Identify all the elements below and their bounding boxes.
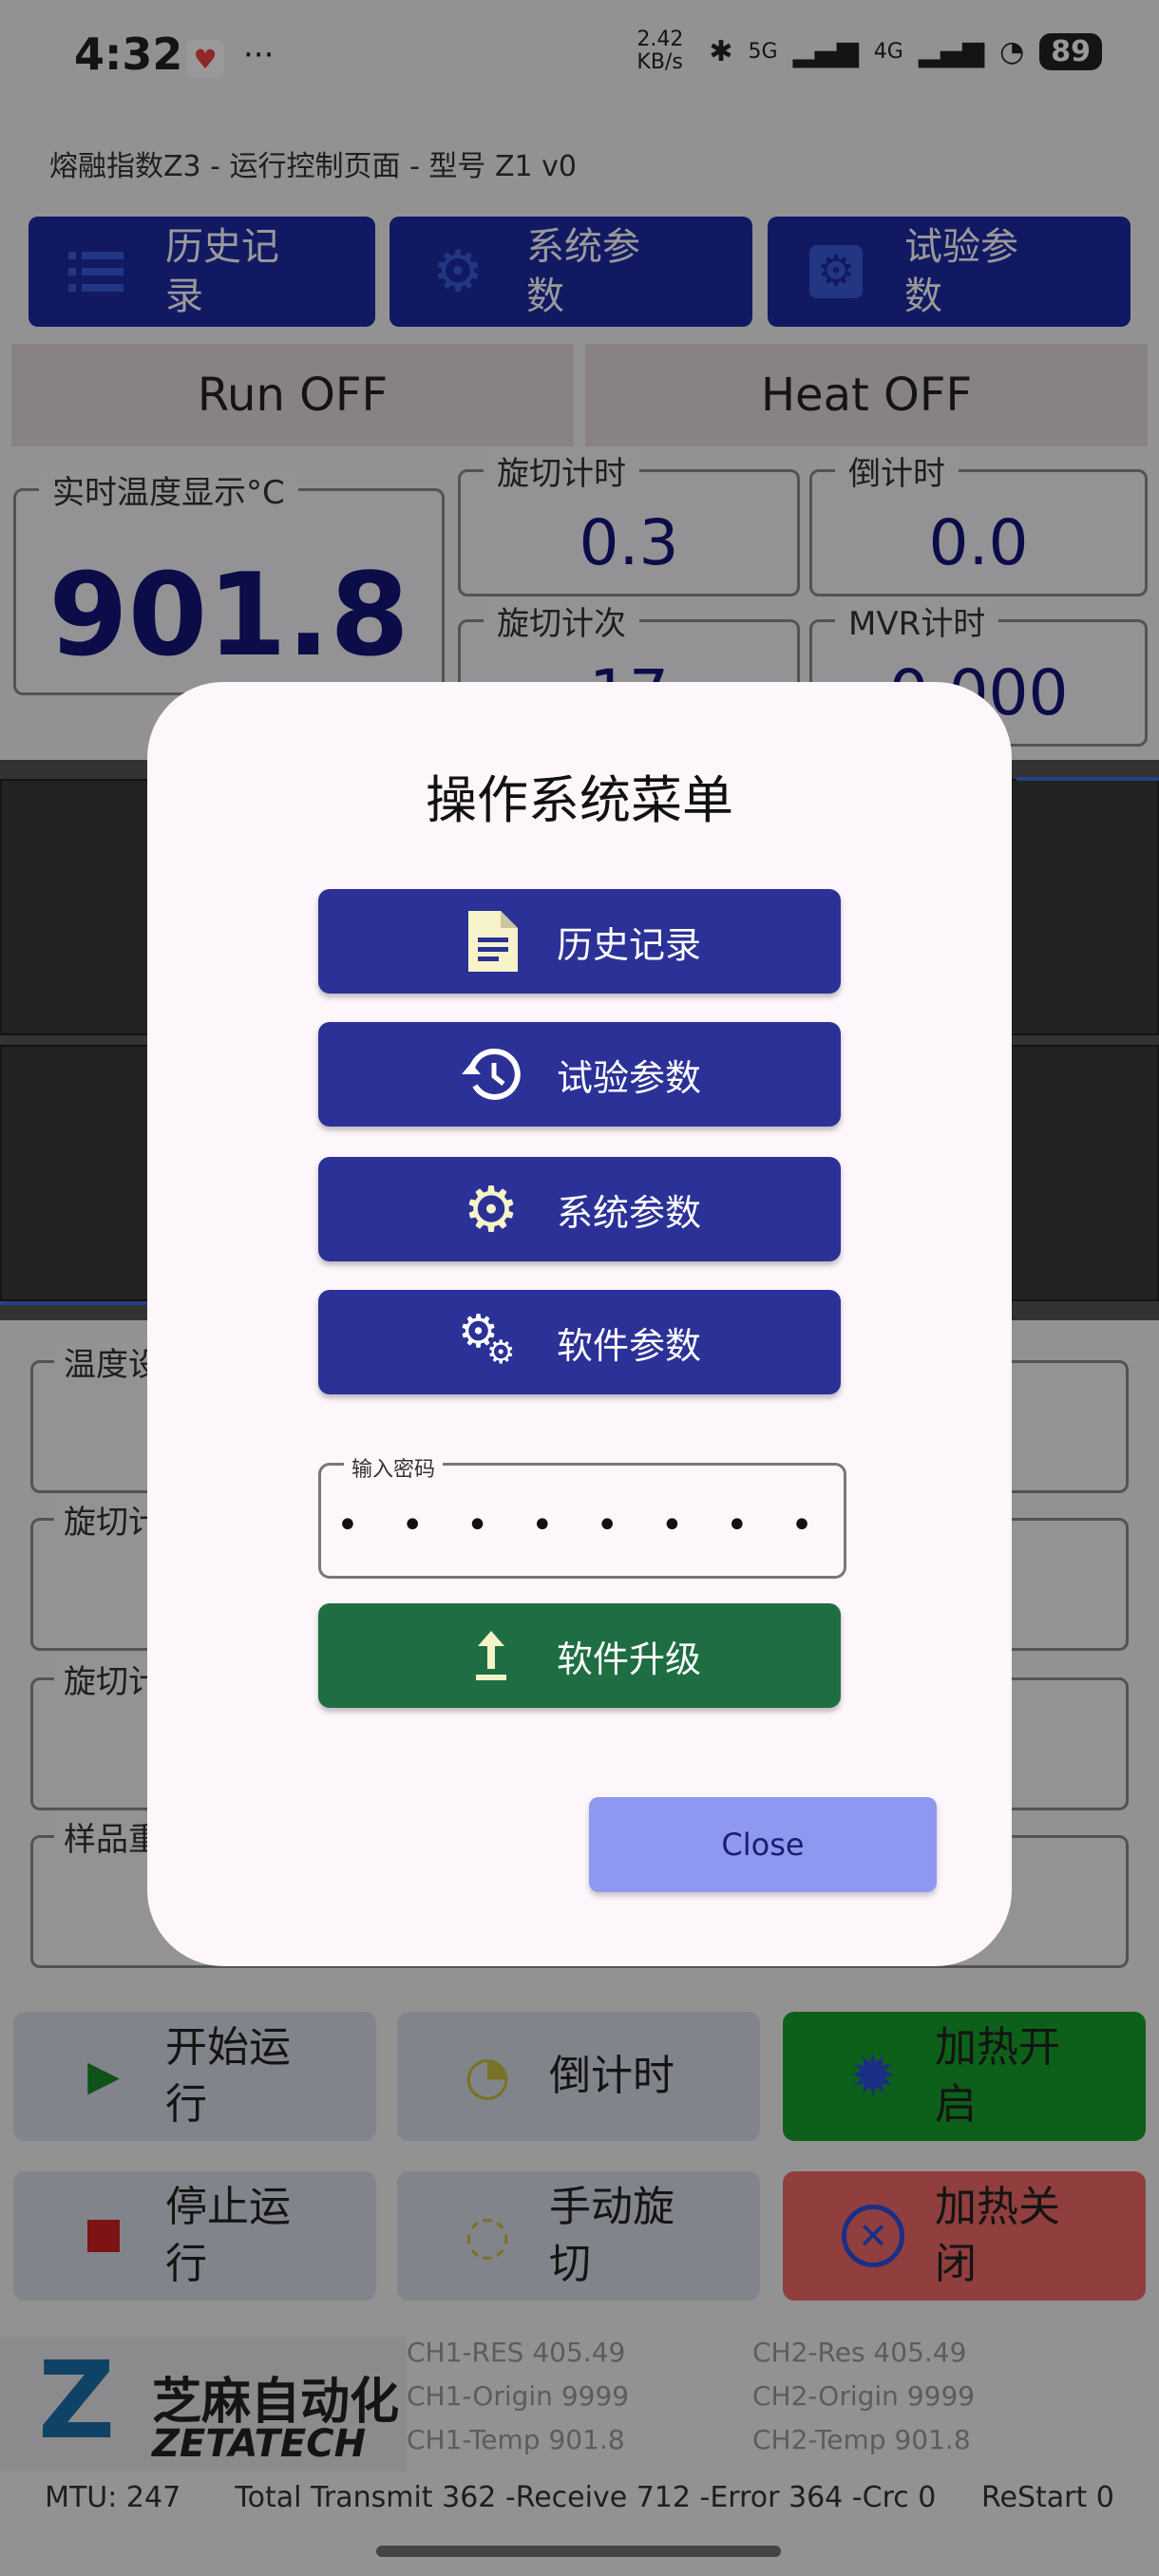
dialog-title: 操作系统菜单 [426,770,733,830]
gear-icon: ⚙ [463,1172,520,1246]
menu-history-label: 历史记录 [556,923,701,966]
software-upgrade-button[interactable]: 软件升级 [318,1603,841,1708]
menu-test-params-label: 试验参数 [556,1056,701,1099]
menu-history-button[interactable]: 历史记录 [318,889,841,994]
upload-icon [458,1622,524,1689]
gears-icon: ⚙ ⚙ [457,1305,516,1372]
history-icon [458,1041,524,1108]
software-upgrade-label: 软件升级 [556,1638,701,1680]
password-label: 输入密码 [344,1452,444,1483]
password-value: • • • • • • • • [336,1504,828,1547]
password-field[interactable]: 输入密码 • • • • • • • • [318,1452,846,1579]
close-button[interactable]: Close [589,1797,937,1892]
document-icon [458,908,524,975]
system-menu-dialog: 操作系统菜单 历史记录 试验参数 ⚙ 系统参数 ⚙ ⚙ 软件参数 输入密码 • … [147,682,1012,1966]
menu-software-params-button[interactable]: ⚙ ⚙ 软件参数 [318,1290,841,1394]
menu-software-params-label: 软件参数 [556,1324,701,1367]
menu-system-params-button[interactable]: ⚙ 系统参数 [318,1157,841,1261]
menu-system-params-label: 系统参数 [556,1191,701,1234]
menu-test-params-button[interactable]: 试验参数 [318,1022,841,1127]
home-indicator[interactable] [376,2546,781,2557]
